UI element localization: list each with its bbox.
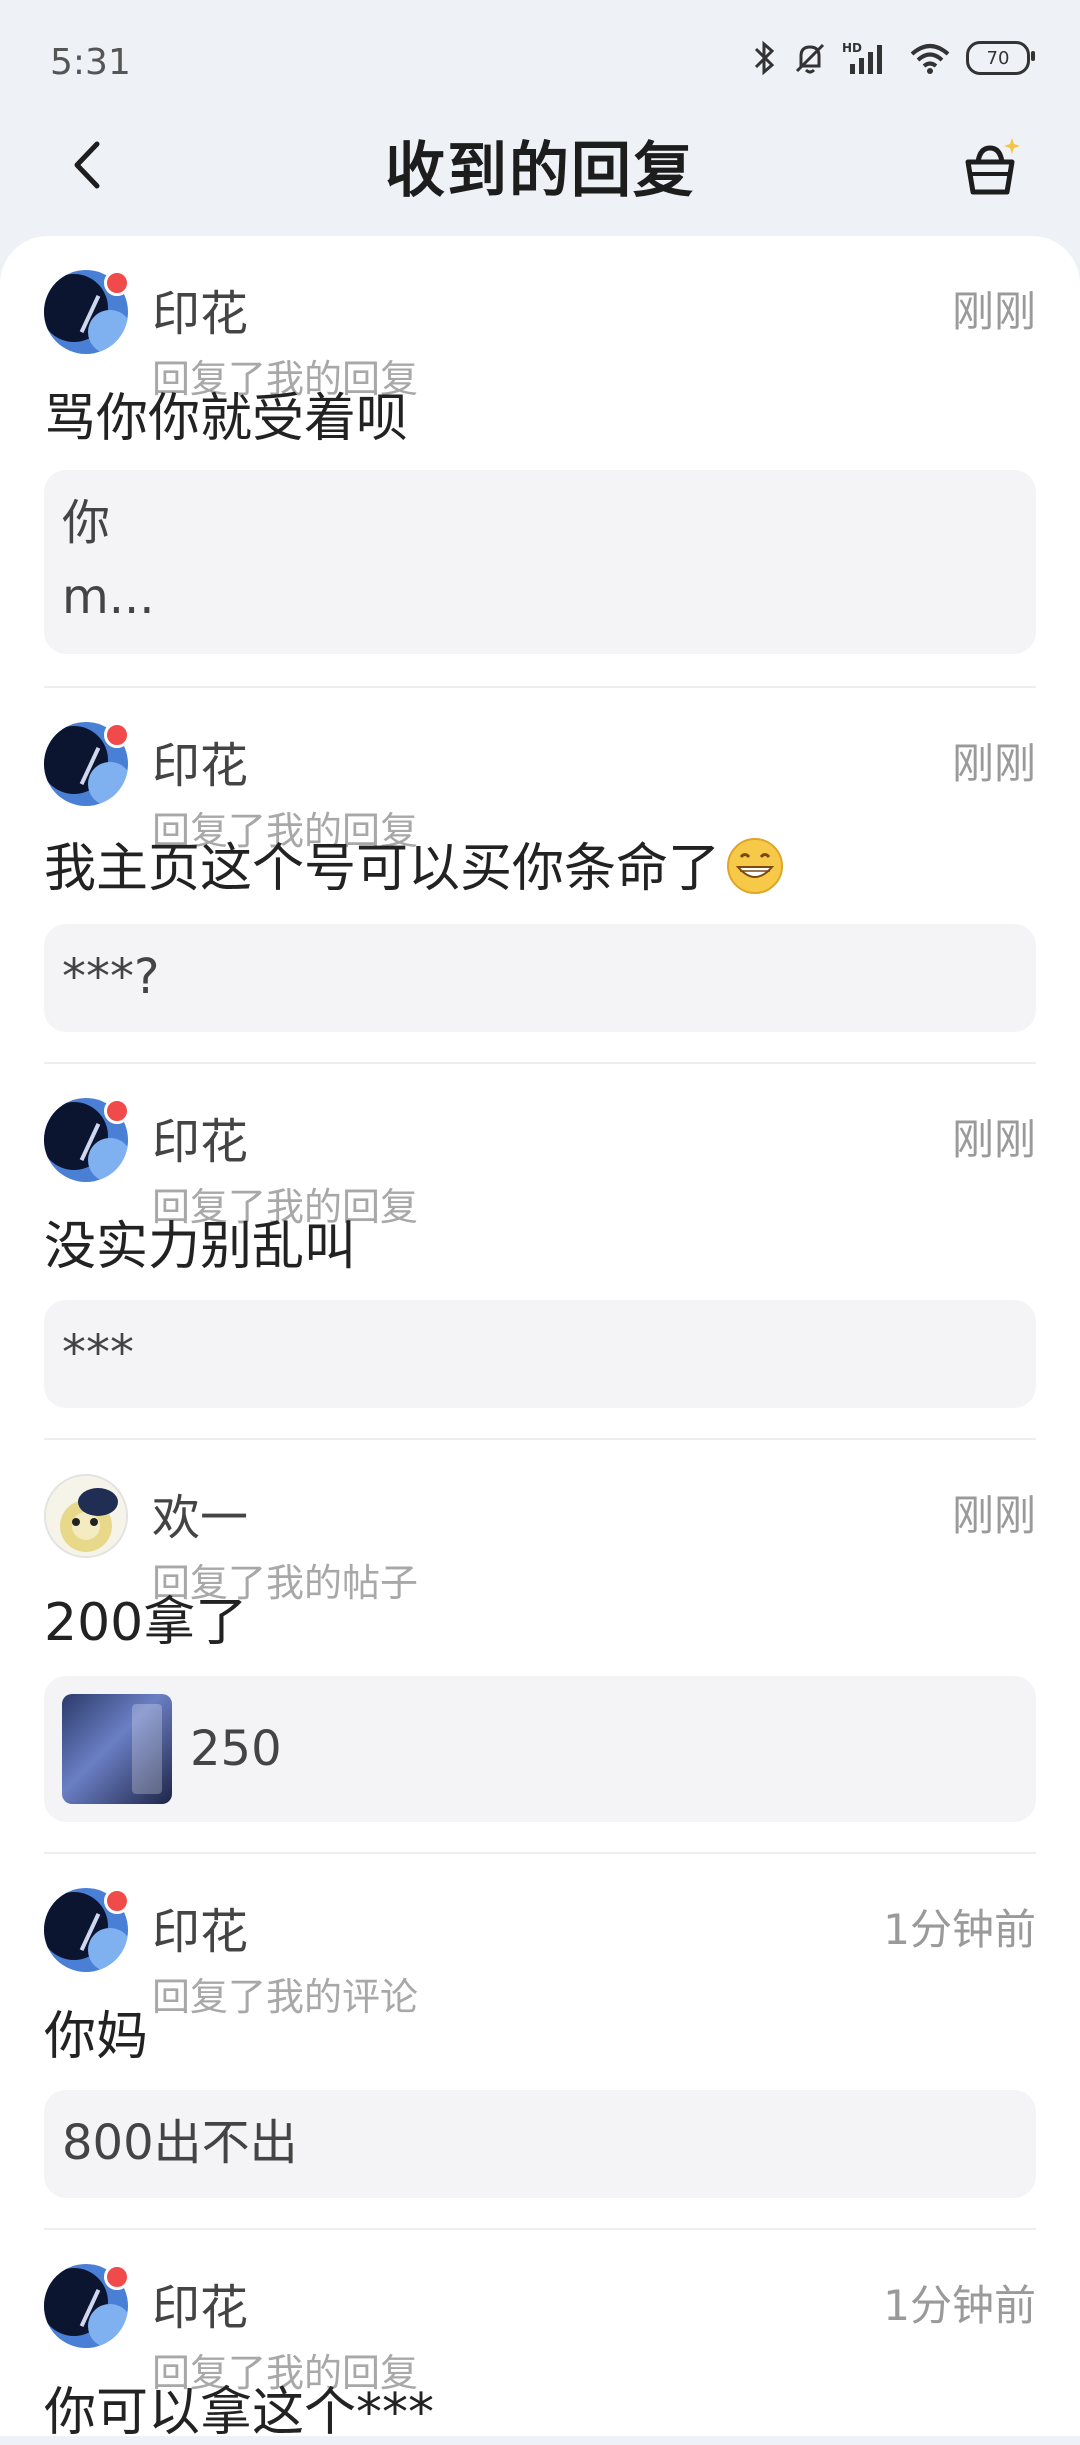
quoted-text[interactable]: 你 m... xyxy=(44,470,1036,654)
quoted-text: 250 xyxy=(190,1721,282,1777)
list-item[interactable]: 欢一 刚刚 回复了我的帖子 200拿了 250 xyxy=(0,1440,1080,1854)
timestamp: 刚刚 xyxy=(951,1115,1036,1164)
timestamp: 1分钟前 xyxy=(883,1905,1036,1954)
reply-content: 我主页这个号可以买你条命了 xyxy=(44,839,721,899)
unread-dot xyxy=(104,270,130,296)
reply-content: 没实力别乱叫 xyxy=(44,1217,357,1277)
svg-text:HD: HD xyxy=(842,41,862,55)
quoted-text[interactable]: ***? xyxy=(44,924,1036,1032)
unread-dot xyxy=(104,722,130,748)
timestamp: 刚刚 xyxy=(951,287,1036,336)
post-thumbnail xyxy=(62,1694,172,1804)
reply-content-row: 我主页这个号可以买你条命了 xyxy=(44,826,784,901)
bluetooth-icon xyxy=(752,40,778,76)
reply-content: 你妈 xyxy=(44,2007,149,2067)
username[interactable]: 欢一 xyxy=(152,1478,248,1548)
status-time: 5:31 xyxy=(50,42,131,83)
reply-type: 回复了我的评论 xyxy=(152,1975,419,2019)
avatar[interactable] xyxy=(44,1474,128,1558)
page-title: 收到的回复 xyxy=(385,136,695,206)
wifi-icon xyxy=(908,40,952,76)
list-item[interactable]: 印花 1分钟前 回复了我的回复 你可以拿这个*** xyxy=(0,2230,1080,2443)
quoted-text[interactable]: 800出不出 xyxy=(44,2090,1036,2198)
mute-bell-icon xyxy=(792,40,828,76)
reply-content: 你可以拿这个*** xyxy=(44,2383,435,2443)
battery-indicator: 70 xyxy=(966,41,1035,75)
reply-content: 200拿了 xyxy=(44,1593,248,1653)
basket-icon xyxy=(958,136,1022,204)
battery-level: 70 xyxy=(986,47,1010,69)
timestamp: 1分钟前 xyxy=(883,2281,1036,2330)
quoted-post[interactable]: 250 xyxy=(44,1676,1036,1822)
grin-emoji-icon xyxy=(726,837,784,895)
reply-list: 印花 刚刚 回复了我的回复 骂你你就受着呗 你 m... 印花 刚刚 回复了我的… xyxy=(0,236,1080,2443)
list-item[interactable]: 印花 刚刚 回复了我的回复 我主页这个号可以买你条命了 ***? xyxy=(0,688,1080,1064)
username[interactable]: 印花 xyxy=(152,274,248,344)
username[interactable]: 印花 xyxy=(152,2268,248,2338)
list-item[interactable]: 印花 刚刚 回复了我的回复 骂你你就受着呗 你 m... xyxy=(0,236,1080,688)
status-icons: HD 70 xyxy=(752,40,1035,76)
timestamp: 刚刚 xyxy=(951,739,1036,788)
quoted-text[interactable]: *** xyxy=(44,1300,1036,1408)
unread-dot xyxy=(104,1888,130,1914)
unread-dot xyxy=(104,2264,130,2290)
list-item[interactable]: 印花 刚刚 回复了我的回复 没实力别乱叫 *** xyxy=(0,1064,1080,1440)
unread-dot xyxy=(104,1098,130,1124)
nav-bar: 收到的回复 xyxy=(0,110,1080,230)
timestamp: 刚刚 xyxy=(951,1491,1036,1540)
shop-basket-button[interactable] xyxy=(950,130,1030,210)
reply-content: 骂你你就受着呗 xyxy=(44,389,409,449)
status-bar: 5:31 HD 70 xyxy=(0,0,1080,120)
username[interactable]: 印花 xyxy=(152,1102,248,1172)
username[interactable]: 印花 xyxy=(152,726,248,796)
list-item[interactable]: 印花 1分钟前 回复了我的评论 你妈 800出不出 xyxy=(0,1854,1080,2230)
signal-icon: HD xyxy=(842,40,894,76)
username[interactable]: 印花 xyxy=(152,1892,248,1962)
